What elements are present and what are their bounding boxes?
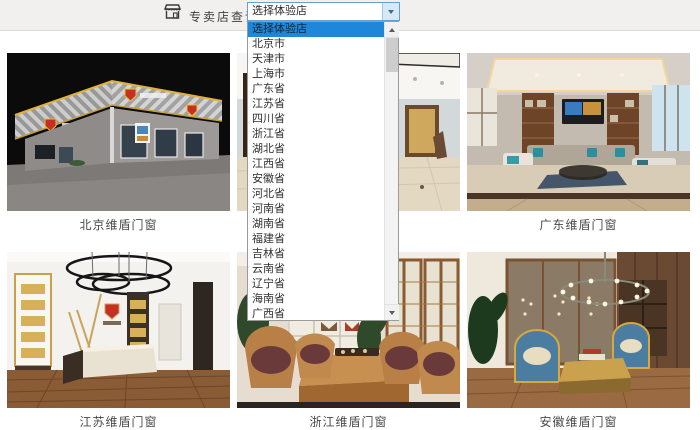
chevron-down-icon <box>388 10 394 14</box>
experience-store-select[interactable]: 选择体验店 <box>247 2 400 21</box>
dropdown-option[interactable]: 江西省 <box>248 157 385 172</box>
dropdown-option-selected[interactable]: 选择体验店 <box>248 22 385 37</box>
store-caption: 安徽维盾门窗 <box>467 413 690 428</box>
store-card-anhui: 安徽维盾门窗 <box>467 252 690 428</box>
store-photo-anhui[interactable] <box>467 252 690 408</box>
store-card-jiangsu: 江苏维盾门窗 <box>7 252 230 428</box>
dropdown-option[interactable]: 湖南省 <box>248 217 385 232</box>
scroll-down-button[interactable] <box>385 304 399 320</box>
dropdown-option[interactable]: 上海市 <box>248 67 385 82</box>
store-photo-beijing[interactable] <box>7 53 230 211</box>
store-caption: 江苏维盾门窗 <box>7 413 230 428</box>
store-caption: 浙江维盾门窗 <box>237 413 460 428</box>
store-card-guangdong: 广东维盾门窗 <box>467 53 690 231</box>
select-current-value: 选择体验店 <box>252 4 307 19</box>
store-photo-jiangsu[interactable] <box>7 252 230 408</box>
store-photo-guangdong[interactable] <box>467 53 690 211</box>
dropdown-scrollbar[interactable] <box>384 22 398 320</box>
dropdown-option[interactable]: 河北省 <box>248 187 385 202</box>
dropdown-option[interactable]: 广西省 <box>248 307 385 322</box>
dropdown-option[interactable]: 四川省 <box>248 112 385 127</box>
dropdown-option[interactable]: 北京市 <box>248 37 385 52</box>
experience-store-dropdown: 选择体验店 北京市 天津市 上海市 广东省 江苏省 四川省 浙江省 湖北省 江西… <box>247 21 399 321</box>
select-arrow-button[interactable] <box>382 3 399 20</box>
dropdown-option[interactable]: 辽宁省 <box>248 277 385 292</box>
chevron-up-icon <box>389 28 395 32</box>
scrollbar-thumb[interactable] <box>386 38 398 72</box>
dropdown-option[interactable]: 广东省 <box>248 82 385 97</box>
store-card-beijing: 北京维盾门窗 <box>7 53 230 231</box>
dropdown-option[interactable]: 天津市 <box>248 52 385 67</box>
storefront-icon <box>164 4 181 19</box>
dropdown-option[interactable]: 河南省 <box>248 202 385 217</box>
dropdown-option[interactable]: 江苏省 <box>248 97 385 112</box>
dropdown-option[interactable]: 安徽省 <box>248 172 385 187</box>
dropdown-option[interactable]: 云南省 <box>248 262 385 277</box>
dropdown-option[interactable]: 浙江省 <box>248 127 385 142</box>
dropdown-option[interactable]: 湖北省 <box>248 142 385 157</box>
dropdown-option[interactable]: 海南省 <box>248 292 385 307</box>
dropdown-option[interactable]: 福建省 <box>248 232 385 247</box>
store-caption: 广东维盾门窗 <box>467 216 690 231</box>
store-caption: 北京维盾门窗 <box>7 216 230 231</box>
dropdown-option[interactable]: 吉林省 <box>248 247 385 262</box>
store-locator-page: 专卖店查询 选择体验店 <box>0 0 700 430</box>
scroll-up-button[interactable] <box>385 22 399 38</box>
chevron-down-icon <box>389 311 395 315</box>
